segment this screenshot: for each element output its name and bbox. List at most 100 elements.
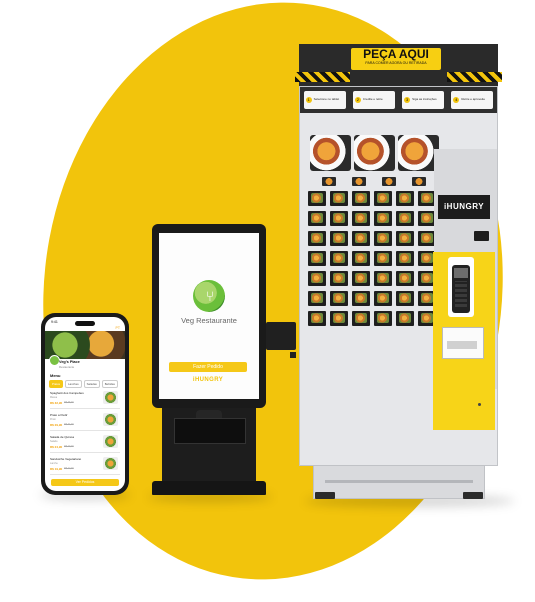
- step-number: 3: [404, 97, 411, 103]
- locker-compartment: [308, 211, 326, 226]
- step-number: 4: [453, 97, 460, 103]
- card-reader-tip: [290, 352, 296, 358]
- tab-lanches[interactable]: Lanches: [65, 380, 82, 388]
- locker-compartment: [352, 311, 370, 326]
- item-thumbnail: [103, 457, 118, 470]
- locker-compartment: [374, 271, 392, 286]
- locker-compartment: [374, 291, 392, 306]
- item-desc: Salada: [50, 440, 58, 443]
- item-desc: Prato: [50, 418, 56, 421]
- locker-compartment: [352, 291, 370, 306]
- vending-machine: PEÇA AQUI PARA COMER AGORA OU RETIRADA 1…: [295, 44, 502, 499]
- locker-compartment: [374, 191, 392, 206]
- machine-body: 1 Selecione no tablet 2 Credite e retire 3…: [299, 86, 498, 466]
- locker-compartment: [330, 211, 348, 226]
- item-thumbnail: [103, 435, 118, 448]
- locker-compartment: [396, 291, 414, 306]
- step-3: 3 Siga as instruções: [402, 91, 445, 109]
- sign-title: PEÇA AQUI: [363, 47, 429, 61]
- featured-dishes: [310, 135, 440, 171]
- item-name: Prato a Pedir: [50, 413, 68, 417]
- locker-compartment: [396, 211, 414, 226]
- phone-notch: [75, 321, 95, 326]
- kiosk-restaurant-name: Veg Restaurante: [181, 316, 237, 325]
- sign-subtitle: PARA COMER AGORA OU RETIRADA: [365, 61, 427, 65]
- locker-compartment: [352, 251, 370, 266]
- step-text: Credite e retire: [362, 97, 383, 102]
- step-text: Siga as instruções: [412, 97, 437, 102]
- list-item[interactable]: Sanduíche Vegetariano Lanche R$ 19,90 R$…: [50, 455, 120, 475]
- hazard-stripe-right: [447, 72, 502, 82]
- menu-title: Menu: [50, 373, 61, 378]
- list-item[interactable]: Prato a Pedir Prato R$ 29,90 R$ 34,90: [50, 411, 120, 431]
- item-old-price: R$ 34,90: [64, 423, 74, 426]
- locker-compartment: [396, 271, 414, 286]
- dish-photo: [398, 135, 439, 171]
- dish-thumb: [382, 177, 396, 186]
- step-text: Selecione no tablet: [313, 97, 340, 102]
- view-orders-button[interactable]: Ver Pedidos: [51, 479, 119, 486]
- item-thumbnail: [103, 413, 118, 426]
- item-name: Spaghetti dos Campeões: [50, 391, 84, 395]
- dispense-flap: [447, 341, 477, 349]
- restaurant-name: Veg's Place: [59, 360, 80, 364]
- phone-screen: 9:41 PT Veg's Place Restaurante Menu Pra…: [45, 317, 125, 491]
- kiosk-brand-logo: iHUNGRY: [192, 377, 224, 383]
- locker-compartment: [308, 251, 326, 266]
- tab-saladas[interactable]: Saladas: [83, 380, 100, 388]
- lock-icon: [478, 403, 481, 406]
- locker-compartment: [308, 191, 326, 206]
- locker-compartment: [396, 311, 414, 326]
- terminal-keypad[interactable]: [455, 281, 467, 307]
- locker-compartment: [374, 211, 392, 226]
- instruction-steps: 1 Selecione no tablet 2 Credite e retire 3…: [300, 87, 497, 113]
- restaurant-subtitle: Restaurante: [59, 365, 75, 369]
- locker-compartment: [396, 251, 414, 266]
- dish-thumb: [412, 177, 426, 186]
- machine-foot-right: [463, 492, 483, 499]
- locker-compartment: [330, 191, 348, 206]
- language-selector[interactable]: PT: [116, 326, 120, 330]
- item-desc: Lanche: [50, 462, 58, 465]
- locker-compartment: [374, 251, 392, 266]
- locker-compartment: [352, 211, 370, 226]
- dish-thumb: [352, 177, 366, 186]
- locker-compartment: [308, 311, 326, 326]
- item-thumbnail: [103, 391, 118, 404]
- step-text: Retire e aproveite: [461, 97, 486, 102]
- locker-compartment: [374, 231, 392, 246]
- machine-foot-left: [315, 492, 335, 499]
- step-4: 4 Retire e aproveite: [451, 91, 494, 109]
- list-item[interactable]: Salada de Quinoa Salada R$ 24,90 R$ 29,9…: [50, 433, 120, 453]
- hazard-stripe-left: [295, 72, 350, 82]
- item-price: R$ 32,90: [50, 401, 63, 405]
- brand-panel: iHUNGRY: [438, 195, 490, 219]
- locker-compartment: [330, 271, 348, 286]
- dish-photo: [354, 135, 395, 171]
- locker-compartment: [396, 191, 414, 206]
- item-old-price: R$ 29,90: [64, 445, 74, 448]
- locker-grid: [308, 191, 436, 326]
- place-order-button[interactable]: Fazer Pedido: [169, 362, 247, 372]
- locker-compartment: [352, 191, 370, 206]
- step-number: 1: [305, 97, 312, 103]
- item-price: R$ 19,90: [50, 467, 63, 471]
- base-bar: [325, 480, 473, 483]
- locker-compartment: [352, 231, 370, 246]
- locker-compartment: [330, 251, 348, 266]
- locker-compartment: [330, 311, 348, 326]
- list-item[interactable]: Spaghetti dos Campeões Massa R$ 32,90 R$…: [50, 389, 120, 409]
- step-1: 1 Selecione no tablet: [303, 91, 346, 109]
- tab-pratos[interactable]: Pratos: [49, 380, 64, 388]
- peca-aqui-sign: PEÇA AQUI PARA COMER AGORA OU RETIRADA: [351, 48, 441, 70]
- receipt-slot: [174, 418, 246, 444]
- locker-compartment: [374, 311, 392, 326]
- locker-compartment: [352, 271, 370, 286]
- terminal-screen: [454, 268, 468, 278]
- item-name: Sanduíche Vegetariano: [50, 457, 82, 461]
- card-reader-arm: [266, 322, 296, 350]
- tab-bebidas[interactable]: Bebidas: [101, 380, 118, 388]
- fork-icon: ⑂: [205, 288, 215, 304]
- locker-compartment: [330, 231, 348, 246]
- locker-compartment: [308, 271, 326, 286]
